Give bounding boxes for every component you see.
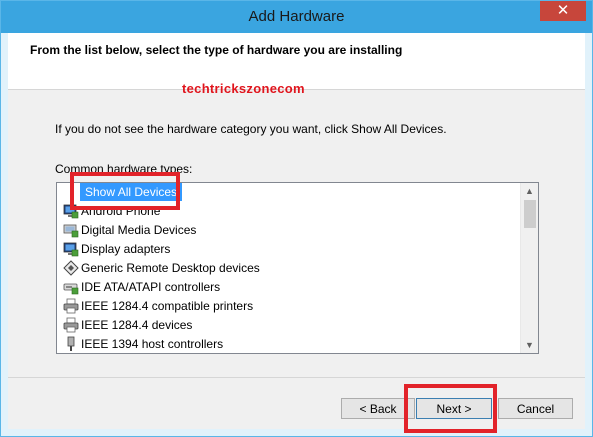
title-bar[interactable]: Add Hardware ✕ [1,1,592,33]
highlight-box-show-all-devices [70,172,180,210]
list-item-generic-remote-desktop-devices[interactable]: Generic Remote Desktop devices [63,259,503,277]
printer-icon [63,317,79,333]
page-heading: From the list below, select the type of … [30,43,403,57]
list-item-ieee-1284-compatible-printers[interactable]: IEEE 1284.4 compatible printers [63,297,503,315]
list-item-label: Digital Media Devices [81,223,197,237]
scroll-thumb[interactable] [524,200,536,228]
watermark-text: techtrickszonecom [182,81,305,96]
add-hardware-window: Add Hardware ✕ From the list below, sele… [0,0,593,437]
highlight-box-next-button [404,384,497,433]
list-item-label: Display adapters [81,242,171,256]
list-item-label: IEEE 1394 host controllers [81,337,224,351]
drive-controller-icon [63,283,79,295]
close-button[interactable]: ✕ [540,1,586,21]
list-scrollbar[interactable]: ▲ ▼ [520,183,538,353]
connector-icon [67,336,75,351]
instruction-text: If you do not see the hardware category … [55,122,447,136]
list-item-label: Generic Remote Desktop devices [81,261,260,275]
printer-icon [63,298,79,314]
window-title: Add Hardware [248,8,345,25]
list-item-label: IDE ATA/ATAPI controllers [81,280,221,294]
remote-desktop-icon [63,260,79,276]
scroll-down-arrow-icon[interactable]: ▼ [521,337,538,353]
monitor-icon [63,242,79,257]
list-item-label: IEEE 1284.4 compatible printers [81,299,254,313]
dialog-content: From the list below, select the type of … [8,33,585,429]
list-item-label: IEEE 1284.4 devices [81,318,193,332]
list-item-ide-ata-atapi-controllers[interactable]: IDE ATA/ATAPI controllers [63,278,503,296]
list-item-display-adapters[interactable]: Display adapters [63,240,503,258]
list-item-digital-media-devices[interactable]: Digital Media Devices [63,221,503,239]
list-item-ieee-1394-host-controllers[interactable]: IEEE 1394 host controllers [63,335,503,353]
list-item-ieee-1284-devices[interactable]: IEEE 1284.4 devices [63,316,503,334]
cancel-button[interactable]: Cancel [498,398,573,419]
scroll-up-arrow-icon[interactable]: ▲ [521,183,538,199]
media-device-icon [63,224,79,238]
footer-divider [8,377,585,378]
